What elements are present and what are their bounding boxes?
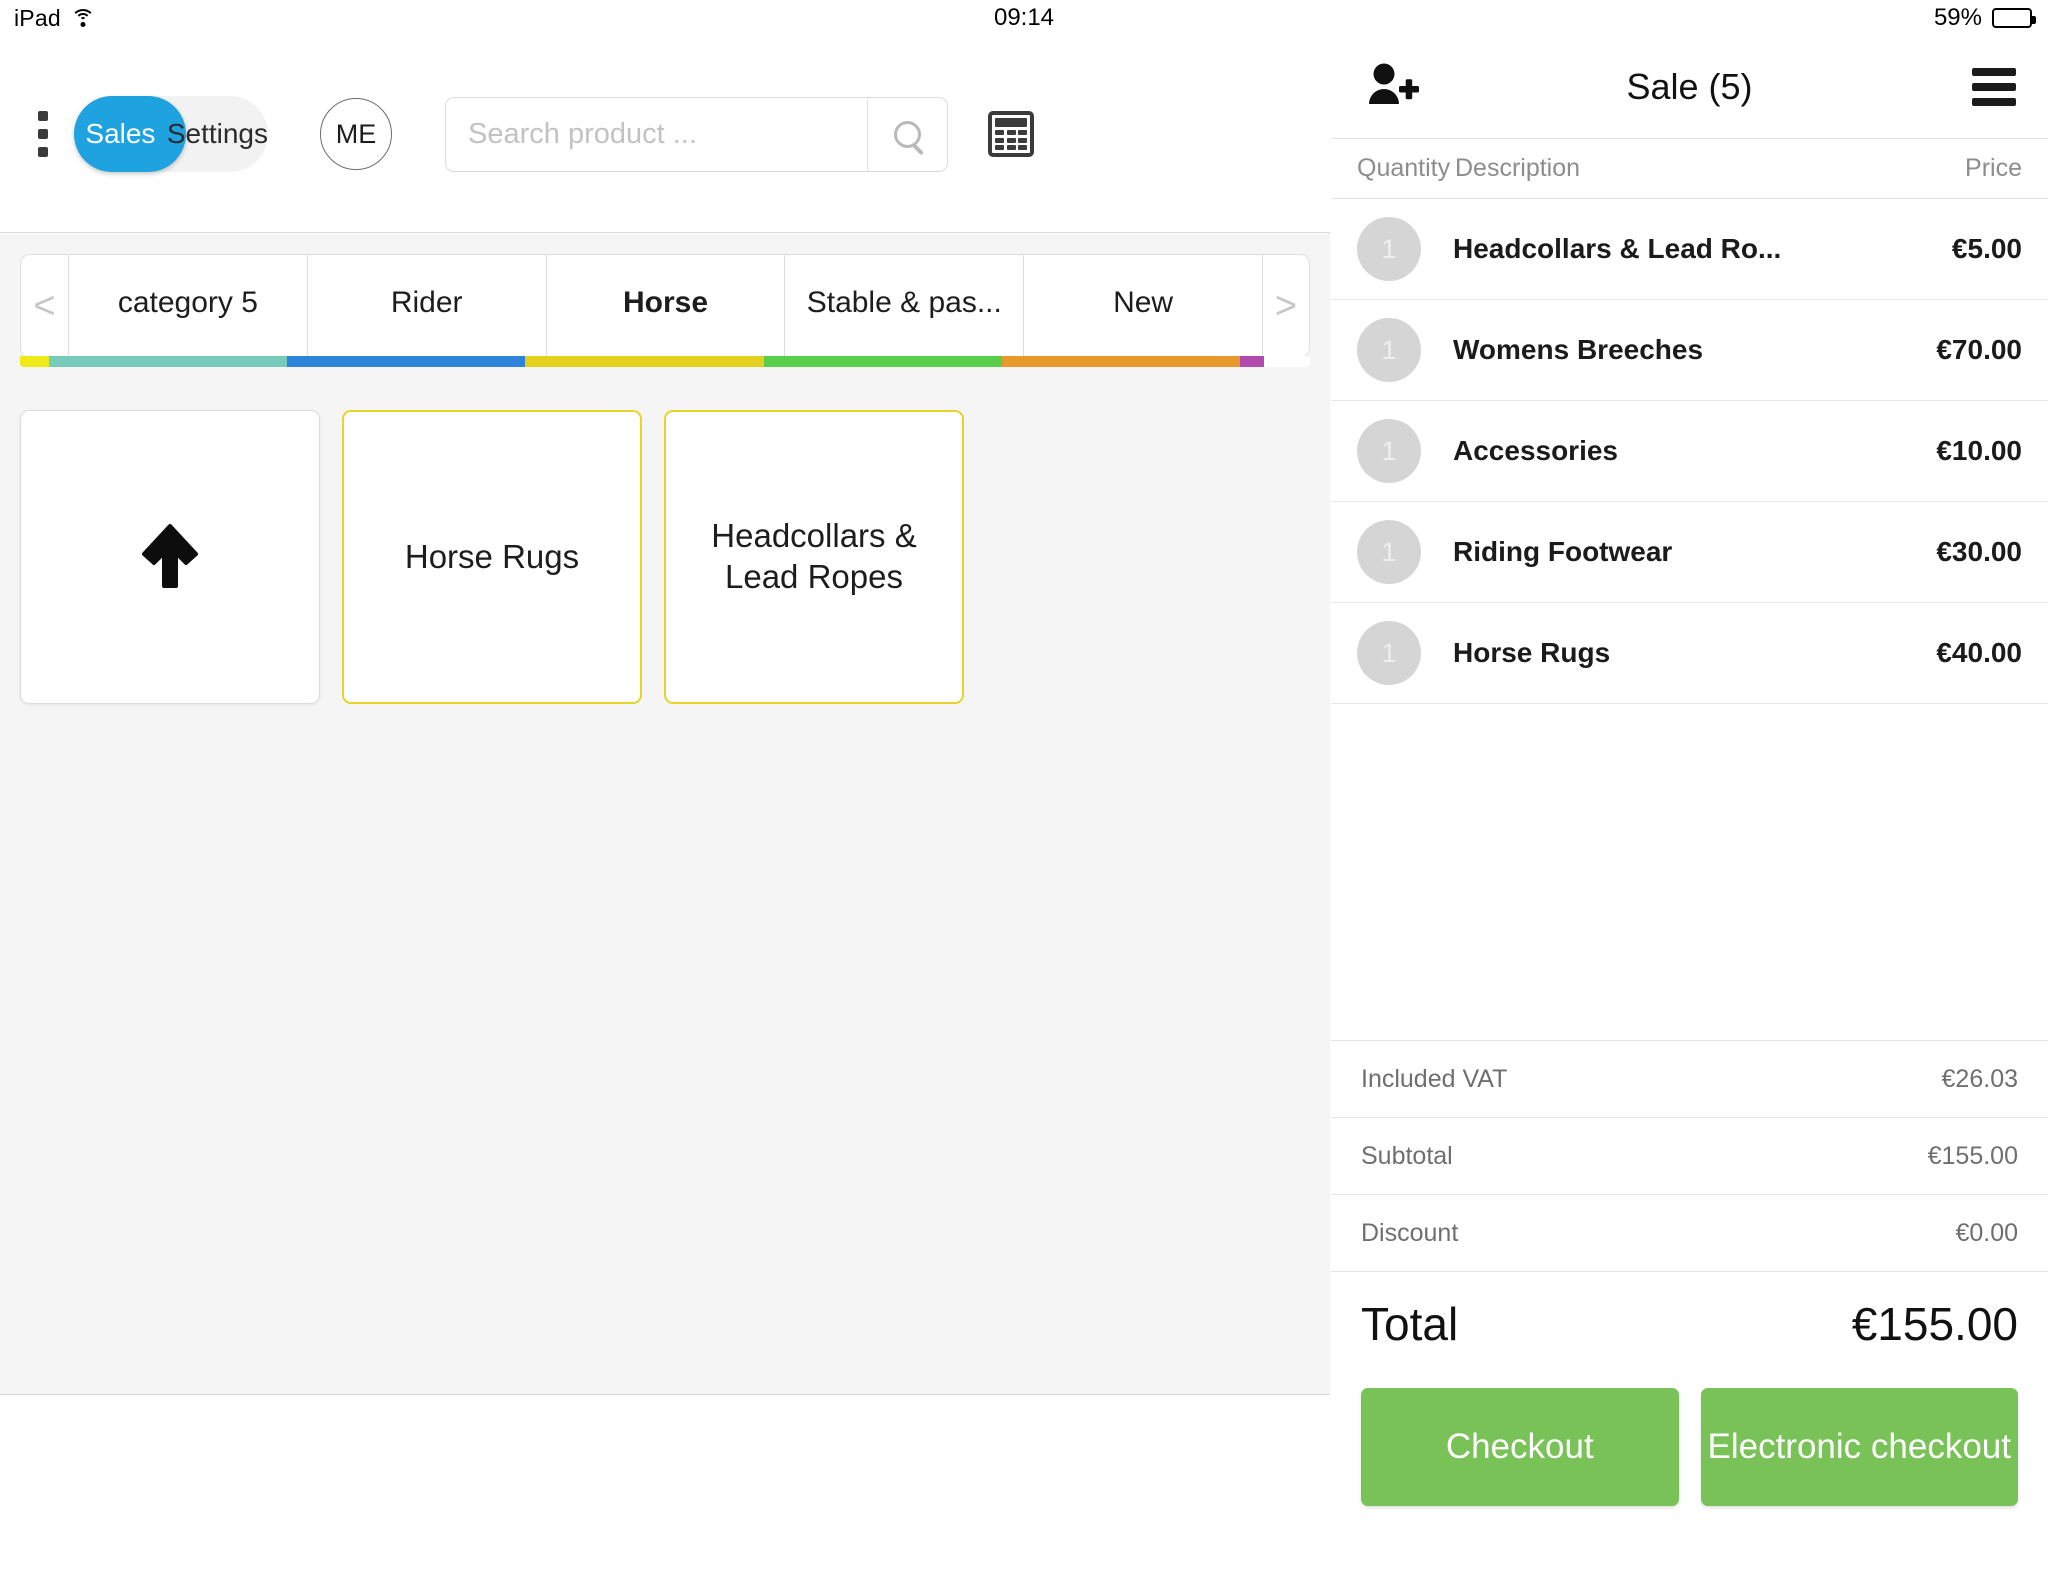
search-bar[interactable] [445,96,948,172]
catalog-footer-space [0,1394,1330,1572]
category-tab-horse[interactable]: Horse [545,255,785,357]
category-strip-segment [763,356,1002,367]
category-strip-segment [1001,356,1241,367]
grand-total-value: €155.00 [1851,1298,2018,1350]
column-header-price: Price [1965,154,2022,182]
category-tabs: < category 5 Rider Horse Stable & pas...… [20,254,1310,358]
category-prev-arrow[interactable]: < [21,255,68,357]
up-arrow-icon [141,524,199,590]
line-item-description: Headcollars & Lead Ro... [1453,233,1782,264]
sale-line-item[interactable]: 1 Horse Rugs €40.00 [1331,603,2048,704]
category-strip-pad [1264,356,1310,367]
status-bar-clock: 09:14 [993,4,1055,31]
calculator-icon[interactable] [988,111,1034,157]
tab-settings[interactable]: Settings [167,96,268,172]
total-row-label: Discount [1361,1218,1459,1247]
category-strip-tail [1240,356,1265,367]
sale-total-row: Subtotal €155.00 [1331,1117,2048,1194]
sale-line-item[interactable]: 1 Womens Breeches €70.00 [1331,300,2048,401]
category-next-arrow[interactable]: > [1261,255,1309,357]
add-user-icon[interactable] [1367,62,1419,113]
total-row-value: €26.03 [1941,1064,2018,1093]
sale-line-item[interactable]: 1 Riding Footwear €30.00 [1331,502,2048,603]
category-tab-category-5[interactable]: category 5 [68,255,307,357]
total-row-label: Included VAT [1361,1064,1508,1093]
sale-empty-space [1331,704,2048,1040]
sale-totals: Included VAT €26.03 Subtotal €155.00 Discoun… [1331,1040,2048,1271]
total-row-label: Subtotal [1361,1141,1453,1170]
product-grid-area: Horse Rugs Headcollars & Lead Ropes [0,394,1330,1394]
category-strip-segment [525,356,764,367]
search-button[interactable] [867,97,947,171]
product-tile-label: Horse Rugs [404,537,580,575]
line-item-description: Riding Footwear [1453,536,1673,567]
line-item-description: Accessories [1453,435,1619,466]
battery-icon [1992,8,2036,28]
category-strip-segment [49,356,288,367]
line-item-description: Womens Breeches [1453,334,1704,365]
battery-percent-label: 59% [1933,4,1982,31]
status-bar-right: 59% [1924,4,2036,32]
total-row-value: €0.00 [1955,1218,2018,1247]
sale-column-headers: Quantity Description Price [1331,139,2048,199]
category-tab-new[interactable]: New [1023,255,1262,357]
line-item-quantity[interactable]: 1 [1357,621,1421,685]
avatar[interactable]: ME [320,98,392,170]
category-strip-segment [287,356,526,367]
product-grid: Horse Rugs Headcollars & Lead Ropes [20,410,1310,704]
line-item-description: Horse Rugs [1453,637,1611,668]
sale-total-row: Included VAT €26.03 [1331,1040,2048,1117]
avatar-initials: ME [335,118,377,149]
line-item-price: €10.00 [1936,435,2022,466]
hamburger-menu-icon[interactable] [1972,68,2016,106]
checkout-button[interactable]: Checkout [1361,1388,1679,1506]
mode-segmented-control[interactable]: Sales Settings [74,96,268,172]
line-item-price: €30.00 [1936,536,2022,567]
sale-line-items: 1 Headcollars & Lead Ro... €5.00 1 Womens Br… [1331,199,2048,704]
grand-total-label: Total [1361,1298,1459,1350]
line-item-price: €40.00 [1936,637,2022,668]
kebab-menu-icon[interactable] [34,111,52,157]
line-item-quantity[interactable]: 1 [1357,419,1421,483]
sale-pane: Sale (5) Quantity Description Price 1 Hea… [1331,36,2048,1536]
sale-title: Sale (5) [1626,66,1753,107]
sale-line-item[interactable]: 1 Accessories €10.00 [1331,401,2048,502]
search-input[interactable] [446,97,867,171]
line-item-quantity[interactable]: 1 [1357,217,1421,281]
category-color-strip [20,356,1310,367]
category-strip-lead [20,356,49,367]
app-toolbar: Sales Settings ME [0,36,1330,233]
line-item-price: €70.00 [1936,334,2022,365]
tab-sales[interactable]: Sales [74,96,167,172]
ios-status-bar: iPad 09:14 59% [0,0,2048,36]
sale-header: Sale (5) [1331,36,2048,139]
electronic-checkout-button[interactable]: Electronic checkout [1700,1388,2018,1506]
back-tile[interactable] [20,410,320,704]
category-tab-rider[interactable]: Rider [306,255,546,357]
line-item-quantity[interactable]: 1 [1357,520,1421,584]
product-tile-label: Headcollars & Lead Ropes [711,517,917,595]
product-tile-headcollars-lead-ropes[interactable]: Headcollars & Lead Ropes [664,410,964,704]
column-header-description: Description [1455,154,1581,182]
column-header-quantity: Quantity [1357,154,1451,182]
line-item-quantity[interactable]: 1 [1357,318,1421,382]
sale-actions: Checkout Electronic checkout [1331,1376,2048,1536]
search-icon [894,120,921,148]
line-item-price: €5.00 [1951,233,2022,264]
sale-grand-total-row: Total €155.00 [1331,1271,2048,1376]
sale-total-row: Discount €0.00 [1331,1194,2048,1271]
category-tabs-area: < category 5 Rider Horse Stable & pas...… [0,234,1330,394]
catalog-pane: Sales Settings ME < category 5 Rider Hor… [0,36,1330,1572]
category-tab-stable[interactable]: Stable & pas... [784,255,1023,357]
total-row-value: €155.00 [1927,1141,2018,1170]
sale-line-item[interactable]: 1 Headcollars & Lead Ro... €5.00 [1331,199,2048,300]
product-tile-horse-rugs[interactable]: Horse Rugs [342,410,642,704]
